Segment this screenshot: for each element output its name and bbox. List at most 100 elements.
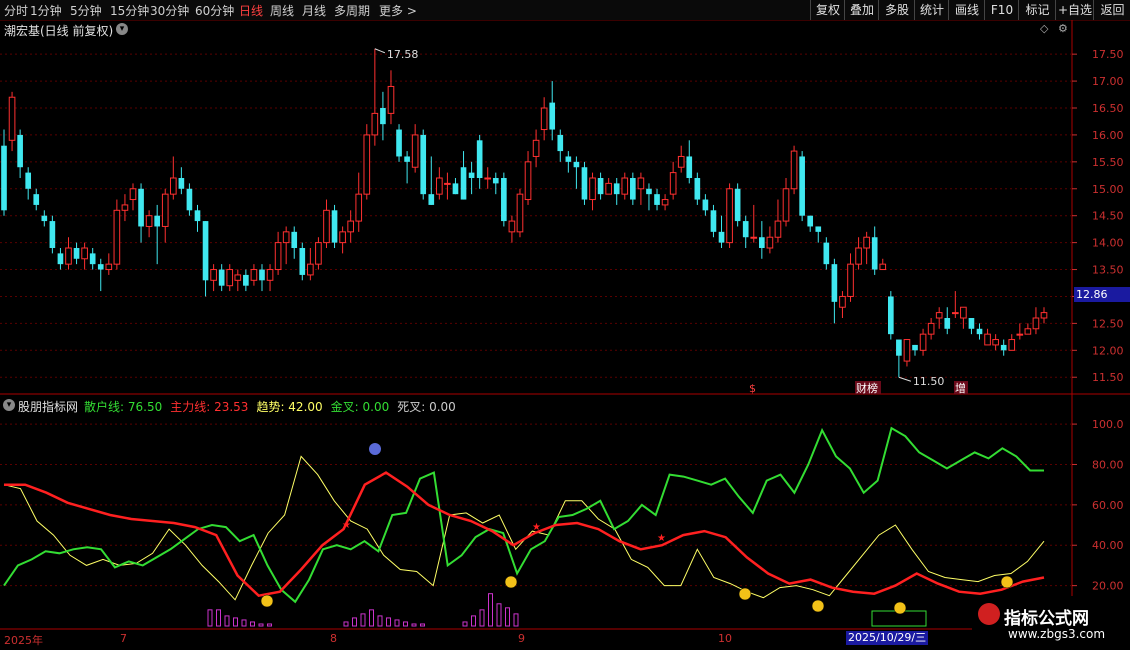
- volume-bar: [250, 621, 255, 627]
- candle-body: [299, 248, 306, 275]
- candle-body: [839, 295, 846, 308]
- candle-body: [331, 210, 338, 243]
- volume-bar: [488, 593, 493, 627]
- volume-bar: [496, 603, 502, 627]
- candle-body: [484, 177, 492, 180]
- volume-bar: [420, 623, 425, 627]
- candle-body: [1032, 317, 1040, 330]
- candle-body: [823, 242, 830, 265]
- indicator-item-1: 主力线: 23.53: [170, 400, 249, 414]
- candle-body: [145, 215, 153, 227]
- candle-body: [871, 237, 878, 270]
- candle-body: [1, 145, 7, 211]
- candle-body: [581, 167, 588, 200]
- candle-body: [1016, 333, 1024, 336]
- cursor-date: 2025/10/29/三: [846, 631, 929, 645]
- price-tick-label: 17.50: [1092, 48, 1124, 61]
- volume-bar: [207, 609, 213, 627]
- price-tick-label: 14.00: [1092, 237, 1124, 250]
- candle-body: [565, 156, 572, 162]
- signal-face-icon: [504, 575, 518, 589]
- candle-body: [380, 108, 386, 125]
- candle-body: [210, 269, 217, 281]
- volume-bar: [386, 617, 391, 627]
- candle-body: [339, 231, 346, 244]
- volume-bar: [216, 609, 221, 627]
- candle-body: [637, 177, 645, 190]
- indicator-dropdown-icon[interactable]: ▾: [3, 399, 15, 411]
- volume-bar: [233, 617, 238, 627]
- price-tick-label: 14.50: [1092, 210, 1124, 223]
- candle-body: [25, 172, 32, 189]
- volume-bar: [513, 613, 519, 627]
- candle-body: [243, 274, 249, 286]
- price-tick-label: 11.50: [1092, 371, 1124, 384]
- candle-body: [516, 193, 524, 233]
- candle-body: [218, 269, 225, 286]
- main-line: [4, 471, 1045, 598]
- candle-body: [476, 140, 483, 178]
- candle-body: [774, 220, 782, 238]
- low-marker-line: [898, 376, 912, 382]
- candle-body: [927, 322, 935, 335]
- candle-body: [790, 150, 798, 190]
- indicator-tick-label: 20.00: [1092, 580, 1124, 593]
- volume-bar: [479, 609, 485, 627]
- candle-body: [8, 96, 16, 141]
- candle-body: [694, 178, 701, 200]
- signal-face-icon: [738, 587, 752, 601]
- candle-body: [57, 253, 64, 265]
- price-tick-label: 15.50: [1092, 156, 1124, 169]
- candle-body: [661, 199, 669, 206]
- retail-line: [3, 426, 1044, 604]
- candle-body: [621, 177, 629, 195]
- candle-body: [234, 274, 242, 281]
- candle-body: [105, 263, 113, 271]
- candle-body: [444, 182, 451, 185]
- indicator-values: 散户线: 76.50 主力线: 23.53 趋势: 42.00 金叉: 0.00 死叉:…: [84, 398, 464, 415]
- candle-body: [97, 264, 104, 270]
- candle-body: [968, 318, 975, 329]
- indicator-item-3: 金叉: 0.00: [330, 400, 390, 414]
- candle-body: [677, 155, 685, 168]
- candle-body: [169, 177, 177, 195]
- volume-bar: [411, 623, 417, 627]
- price-tick-label: 13.50: [1092, 264, 1124, 277]
- volume-bar: [360, 613, 366, 627]
- price-chart[interactable]: 17.50 17.00 16.50 16.00 15.50 15.00 14.50 14.00…: [0, 0, 1130, 650]
- volume-bar: [241, 619, 247, 627]
- candle-body: [726, 188, 733, 244]
- candle-body: [734, 188, 741, 222]
- date-label-2: 8: [330, 632, 337, 645]
- candle-body: [888, 296, 894, 335]
- candle-body: [984, 333, 991, 346]
- candle-body: [759, 237, 765, 248]
- price-tick-label: 12.00: [1092, 344, 1124, 357]
- candle-body: [154, 215, 160, 227]
- trend-line: [3, 455, 1045, 601]
- candle-body: [1024, 328, 1032, 335]
- event-marker-0: $: [749, 382, 756, 395]
- indicator-tick-label: 40.00: [1092, 539, 1124, 552]
- candle-body: [452, 183, 459, 195]
- candle-body: [532, 139, 540, 157]
- signal-face-icon: [1000, 575, 1014, 589]
- candle-body: [347, 220, 354, 233]
- candle-body: [912, 344, 918, 351]
- price-tick-label: 12.50: [1092, 317, 1124, 330]
- indicator-item-2: 趋势: 42.00: [256, 400, 323, 414]
- candle-body: [17, 134, 23, 168]
- candle-body: [274, 242, 282, 271]
- candle-body: [396, 129, 402, 157]
- candle-body: [815, 226, 822, 232]
- candle-body: [81, 247, 88, 260]
- candle-body: [847, 263, 854, 297]
- candle-body: [630, 178, 636, 200]
- current-price-tag: 12.86: [1074, 287, 1130, 302]
- candle-body: [646, 188, 652, 195]
- candle-body: [1000, 344, 1007, 351]
- cross-star-icon: ★: [532, 522, 541, 533]
- candle-body: [879, 263, 887, 271]
- cross-star-icon: ★: [342, 520, 351, 531]
- candle-body: [557, 134, 564, 152]
